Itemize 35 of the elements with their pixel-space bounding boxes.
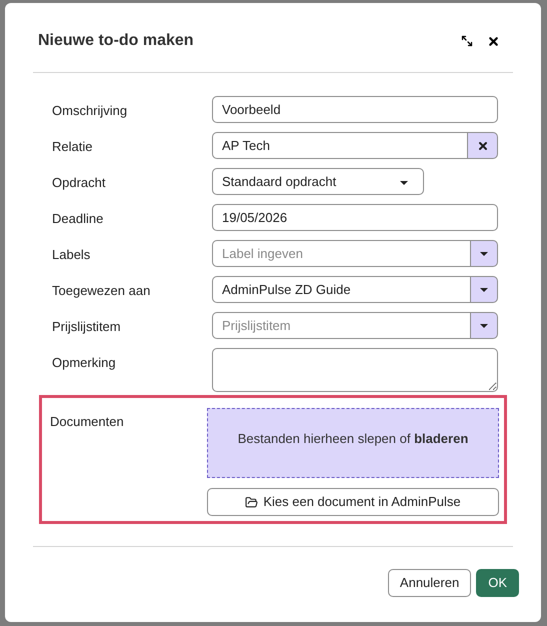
- close-icon: [476, 140, 488, 152]
- cancel-button[interactable]: Annuleren: [388, 569, 472, 597]
- remark-field[interactable]: [212, 348, 498, 392]
- field-label: Deadline: [52, 211, 104, 226]
- dropdown-button[interactable]: [470, 240, 498, 267]
- field-label: Opdracht: [52, 175, 106, 190]
- field-label: Toegewezen aan: [52, 283, 150, 298]
- dropzone-text: Bestanden hierheen slepen of bladeren: [238, 430, 468, 448]
- text-field[interactable]: Voorbeeld: [212, 96, 498, 123]
- expand-icon[interactable]: [461, 35, 473, 47]
- relation-field[interactable]: AP Tech: [212, 132, 467, 159]
- ok-button[interactable]: OK: [476, 569, 519, 597]
- close-icon[interactable]: [487, 34, 500, 48]
- field-label: Opmerking: [52, 355, 116, 370]
- folder-icon: [245, 496, 258, 508]
- dialog-title: Nieuwe to-do maken: [38, 31, 194, 51]
- choose-document-button[interactable]: Kies een document in AdminPulse: [207, 488, 499, 516]
- combo-field[interactable]: Label ingeven: [212, 240, 470, 267]
- combo-field[interactable]: Prijslijstitem: [212, 312, 470, 339]
- combo-field[interactable]: AdminPulse ZD Guide: [212, 276, 470, 303]
- caret-icon: [480, 288, 488, 292]
- file-dropzone[interactable]: Bestanden hierheen slepen of bladeren: [207, 408, 499, 478]
- caret-icon: [480, 252, 488, 256]
- caret-icon: [400, 181, 408, 185]
- clear-button[interactable]: [467, 132, 498, 159]
- field-label: Prijslijstitem: [52, 319, 121, 334]
- caret-icon: [480, 324, 488, 328]
- field-label: Relatie: [52, 139, 92, 154]
- dropdown-button[interactable]: [470, 276, 498, 303]
- field-label: Omschrijving: [52, 103, 128, 118]
- field-label: Labels: [52, 247, 90, 262]
- dropdown-button[interactable]: [470, 312, 498, 339]
- field-label: Documenten: [50, 414, 124, 429]
- text-field[interactable]: 19/05/2026: [212, 204, 498, 231]
- select-field[interactable]: Standaard opdracht: [212, 168, 424, 195]
